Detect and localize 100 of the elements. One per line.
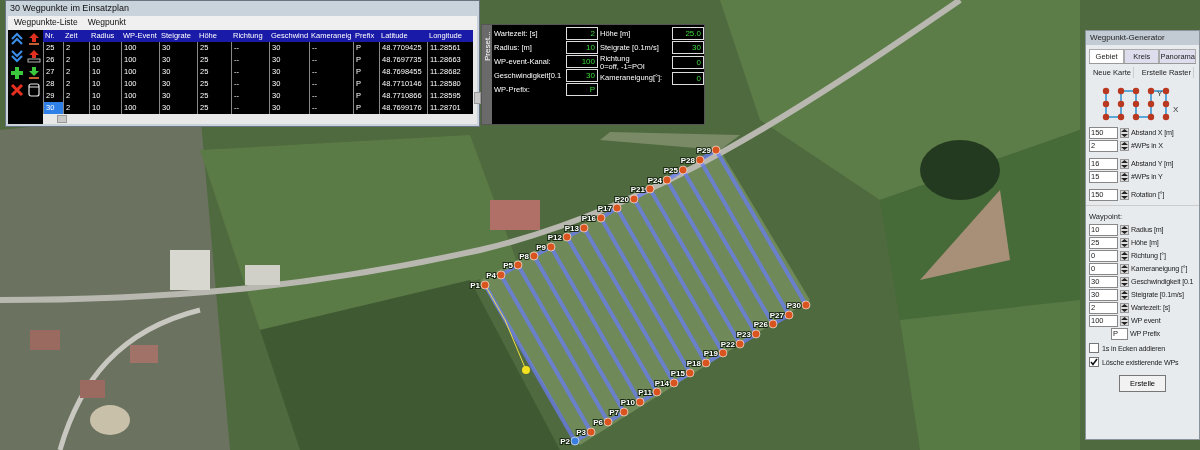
waypoint-label: P18	[686, 359, 701, 368]
spinner-button[interactable]	[1120, 237, 1129, 248]
waypoint-marker[interactable]	[669, 378, 679, 388]
waypoint-marker[interactable]	[480, 280, 490, 290]
waypoint-marker[interactable]	[751, 329, 761, 339]
waypoint-marker[interactable]	[529, 251, 539, 261]
save-icon[interactable]	[27, 83, 41, 97]
waypoint-label: P30	[786, 301, 801, 310]
waypoint-marker[interactable]	[612, 203, 622, 213]
waypoint-label: P27	[769, 311, 784, 320]
waypoint-label: P24	[647, 176, 662, 185]
waypoint-label: P3	[576, 428, 586, 437]
waypoint-label: P14	[654, 379, 669, 388]
waypoint-label: P10	[620, 398, 635, 407]
spinner-button[interactable]	[1120, 263, 1129, 274]
spinner-button[interactable]	[1120, 276, 1129, 287]
input-field[interactable]: 100	[566, 55, 598, 68]
waypoint-marker[interactable]	[579, 223, 589, 233]
menu-item[interactable]: Wegpunkte-Liste	[14, 16, 78, 29]
waypoint-label: P4	[486, 271, 496, 280]
waypoint-label: P11	[638, 388, 652, 397]
axis-label: X	[1172, 105, 1178, 114]
waypoint-label: P21	[630, 185, 645, 194]
double-chevron-down-icon[interactable]	[10, 49, 24, 63]
double-chevron-up-icon[interactable]	[10, 32, 24, 46]
spinner-button[interactable]	[1120, 140, 1129, 151]
spinner-button[interactable]	[1120, 224, 1129, 235]
waypoint-marker[interactable]	[652, 387, 662, 397]
waypoint-marker[interactable]	[586, 427, 596, 437]
spinner-button[interactable]	[1120, 158, 1129, 169]
spinner-button[interactable]	[1120, 302, 1129, 313]
waypoint-label: P17	[597, 204, 612, 213]
input-field[interactable]: P	[566, 83, 598, 96]
waypoint-marker[interactable]	[645, 184, 655, 194]
download-icon[interactable]	[27, 66, 41, 80]
waypoint-marker[interactable]	[619, 407, 629, 417]
upload-icon[interactable]	[27, 49, 41, 63]
input-field[interactable]: 0	[672, 56, 704, 70]
waypoint-marker[interactable]	[768, 319, 778, 329]
waypoint-label: P19	[703, 349, 718, 358]
grid-pattern-drawing	[1102, 87, 1169, 121]
waypoint-marker[interactable]	[496, 270, 506, 280]
checkbox[interactable]	[1089, 343, 1099, 353]
waypoint-label: P22	[720, 340, 735, 349]
waypoint-marker[interactable]	[546, 242, 556, 252]
waypoint-label: P23	[736, 330, 751, 339]
waypoint-marker[interactable]	[711, 145, 721, 155]
spinner-button[interactable]	[1120, 189, 1129, 200]
waypoint-marker[interactable]	[603, 417, 613, 427]
preset-tab[interactable]: Preset...	[482, 25, 492, 124]
spinner-button[interactable]	[1120, 127, 1129, 138]
plus-icon[interactable]	[10, 66, 24, 80]
waypoint-marker[interactable]	[513, 260, 523, 270]
waypoint-label: P13	[564, 224, 579, 233]
waypoint-label: P16	[581, 214, 596, 223]
horizontal-scrollbar[interactable]	[43, 114, 473, 124]
spinner-button[interactable]	[1120, 315, 1129, 326]
axis-label: Y	[1156, 89, 1162, 98]
spinner-button[interactable]	[1120, 171, 1129, 182]
waypoint-label: P1	[470, 281, 480, 290]
waypoint-marker[interactable]	[718, 348, 728, 358]
waypoint-label: P6	[593, 418, 603, 427]
waypoint-label: P12	[547, 233, 562, 242]
spinner-button[interactable]	[1120, 250, 1129, 261]
checkbox[interactable]	[1089, 357, 1099, 367]
input-field[interactable]: 10	[566, 41, 598, 54]
menu-item[interactable]: Wegpunkt	[87, 16, 126, 29]
waypoint-label: P8	[519, 252, 529, 261]
delete-icon[interactable]	[10, 83, 24, 97]
waypoint-label: P29	[696, 146, 711, 155]
waypoint-marker[interactable]	[678, 165, 688, 175]
waypoint-marker[interactable]	[701, 358, 711, 368]
input-field[interactable]: 2	[566, 27, 598, 40]
window-title: 30 Wegpunkte im Einsatzplan	[10, 3, 129, 13]
waypoint-label: P5	[503, 261, 513, 270]
waypoint-label: P2	[560, 437, 570, 446]
position-marker	[522, 366, 530, 374]
waypoint-marker[interactable]	[629, 194, 639, 204]
upload-icon[interactable]	[27, 32, 41, 46]
input-field[interactable]: 30	[672, 41, 704, 54]
input-field[interactable]: 0	[672, 71, 704, 85]
spinner-button[interactable]	[1120, 289, 1129, 300]
input-field[interactable]: 25.0	[672, 27, 704, 40]
waypoint-marker[interactable]	[784, 310, 794, 320]
waypoint-marker[interactable]	[596, 213, 606, 223]
waypoint-label: P26	[753, 320, 768, 329]
waypoint-marker[interactable]	[562, 232, 572, 242]
waypoint-marker[interactable]	[801, 300, 811, 310]
waypoint-marker[interactable]	[635, 397, 645, 407]
waypoint-marker[interactable]	[662, 175, 672, 185]
waypoint-label: P15	[670, 369, 685, 378]
waypoint-label: P9	[536, 243, 546, 252]
waypoint-marker[interactable]	[685, 368, 695, 378]
waypoint-label: P28	[680, 156, 695, 165]
waypoint-marker[interactable]	[570, 436, 580, 446]
input-field[interactable]: 30	[566, 69, 598, 82]
waypoint-marker[interactable]	[735, 339, 745, 349]
sports-field	[90, 405, 130, 435]
waypoint-label: P25	[663, 166, 678, 175]
waypoint-marker[interactable]	[695, 155, 705, 165]
